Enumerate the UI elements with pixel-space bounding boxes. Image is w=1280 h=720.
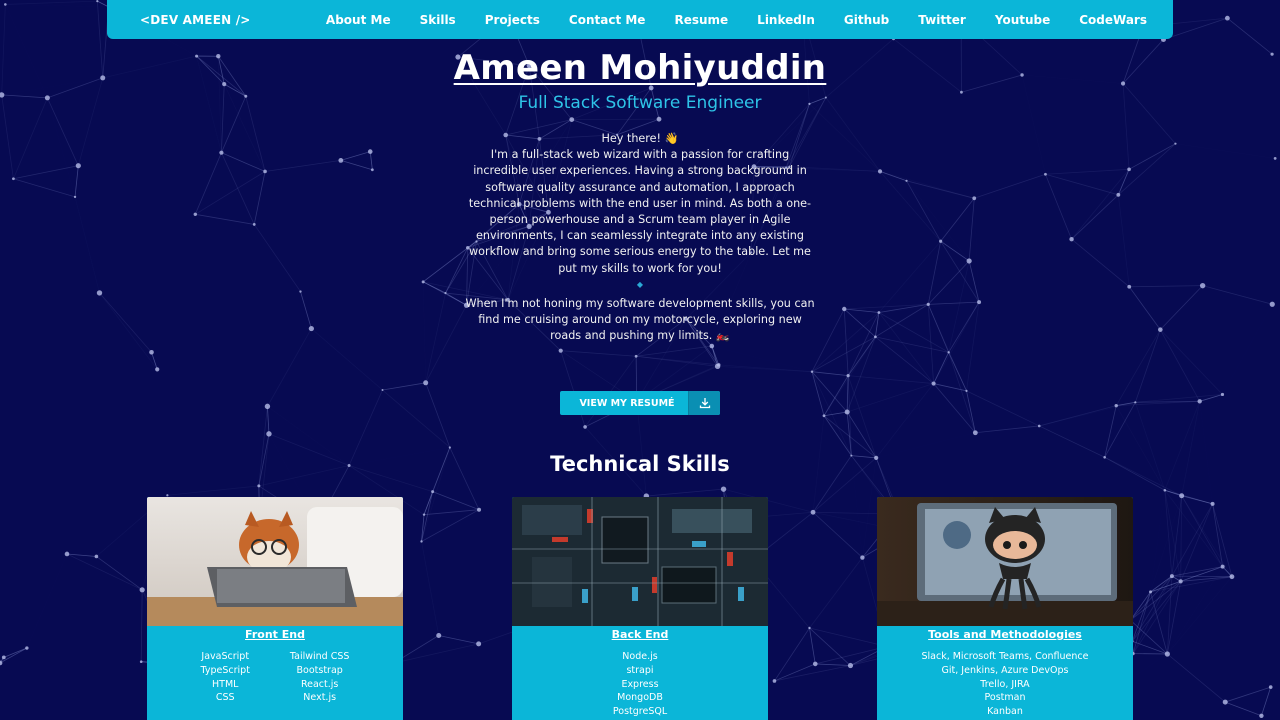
nav-link-codewars[interactable]: CodeWars xyxy=(1079,13,1147,27)
top-navbar: <DEV AMEEN /> About Me Skills Projects C… xyxy=(107,0,1173,39)
hobby-paragraph: When I'm not honing my software developm… xyxy=(465,297,815,343)
card-title-front-end: Front End xyxy=(245,628,305,641)
circuit-board-image xyxy=(512,497,768,626)
skill-item: CSS xyxy=(215,692,235,704)
page-title: Ameen Mohiyuddin xyxy=(453,48,827,88)
front-end-col-2: Tailwind CSS Bootstrap React.js Next.js xyxy=(290,650,350,705)
nav-link-linkedin[interactable]: LinkedIn xyxy=(757,13,815,27)
front-end-col-1: JavaScript TypeScript HTML CSS xyxy=(201,650,250,705)
octocat-figure-image xyxy=(877,497,1133,626)
skill-item: TypeScript xyxy=(200,664,250,676)
greeting: Hey there! 👋 xyxy=(601,132,679,145)
brand-logo[interactable]: <DEV AMEEN /> xyxy=(140,13,251,27)
nav-link-resume[interactable]: Resume xyxy=(674,13,728,27)
skill-item: JavaScript xyxy=(201,651,250,662)
view-resume-label: VIEW MY RESUMÉ xyxy=(579,397,675,409)
skill-card-front-end: Front End JavaScript TypeScript HTML CSS… xyxy=(147,497,403,720)
skill-item: Kanban xyxy=(987,706,1023,718)
skill-item: Express xyxy=(621,678,659,690)
nav-link-youtube[interactable]: Youtube xyxy=(995,13,1050,27)
skill-item: Slack, Microsoft Teams, Confluence xyxy=(921,651,1089,662)
intro-text: Hey there! 👋 I'm a full-stack web wizard… xyxy=(465,131,815,293)
skill-card-tools-and-methodologies: Tools and Methodologies Slack, Microsoft… xyxy=(877,497,1133,720)
skill-item: Bootstrap xyxy=(296,664,343,676)
nav-link-contact-me[interactable]: Contact Me xyxy=(569,13,646,27)
skill-item: Trello, JIRA xyxy=(980,678,1030,690)
download-icon[interactable] xyxy=(688,391,720,415)
back-end-col-1: Node.js strapi Express MongoDB PostgreSQ… xyxy=(613,650,667,719)
diamond-divider-icon: ◆ xyxy=(636,279,644,289)
front-end-skill-list: JavaScript TypeScript HTML CSS Tailwind … xyxy=(147,650,403,705)
skill-item: Next.js xyxy=(303,692,337,704)
nav-link-github[interactable]: Github xyxy=(844,13,889,27)
skill-item: Node.js xyxy=(622,651,658,662)
skill-item: Postman xyxy=(984,692,1026,704)
skill-card-back-end: Back End Node.js strapi Express MongoDB … xyxy=(512,497,768,720)
nav-link-projects[interactable]: Projects xyxy=(485,13,540,27)
technical-skills-heading: Technical Skills xyxy=(550,452,730,476)
tools-col-1: Slack, Microsoft Teams, Confluence Git, … xyxy=(921,650,1088,719)
nav-link-about-me[interactable]: About Me xyxy=(326,13,391,27)
subtitle-role: Full Stack Software Engineer xyxy=(518,93,762,113)
nav-link-skills[interactable]: Skills xyxy=(420,13,456,27)
tools-skill-list: Slack, Microsoft Teams, Confluence Git, … xyxy=(877,650,1133,719)
card-title-back-end: Back End xyxy=(611,628,669,641)
skill-item: React.js xyxy=(300,678,339,690)
skill-item: Tailwind CSS xyxy=(289,651,350,662)
nav-links: About Me Skills Projects Contact Me Resu… xyxy=(297,13,1147,27)
skill-item: MongoDB xyxy=(617,692,663,704)
dog-with-laptop-image xyxy=(147,497,403,626)
view-resume-button[interactable]: VIEW MY RESUMÉ xyxy=(560,391,720,415)
skill-item: PostgreSQL xyxy=(612,706,668,718)
skill-item: HTML xyxy=(212,678,239,690)
skill-item: Git, Jenkins, Azure DevOps xyxy=(941,664,1069,676)
nav-link-twitter[interactable]: Twitter xyxy=(918,13,966,27)
skill-item: strapi xyxy=(626,664,654,676)
back-end-skill-list: Node.js strapi Express MongoDB PostgreSQ… xyxy=(512,650,768,719)
intro-paragraph: I'm a full-stack web wizard with a passi… xyxy=(468,148,812,275)
card-title-tools-and-methodologies: Tools and Methodologies xyxy=(928,628,1082,641)
